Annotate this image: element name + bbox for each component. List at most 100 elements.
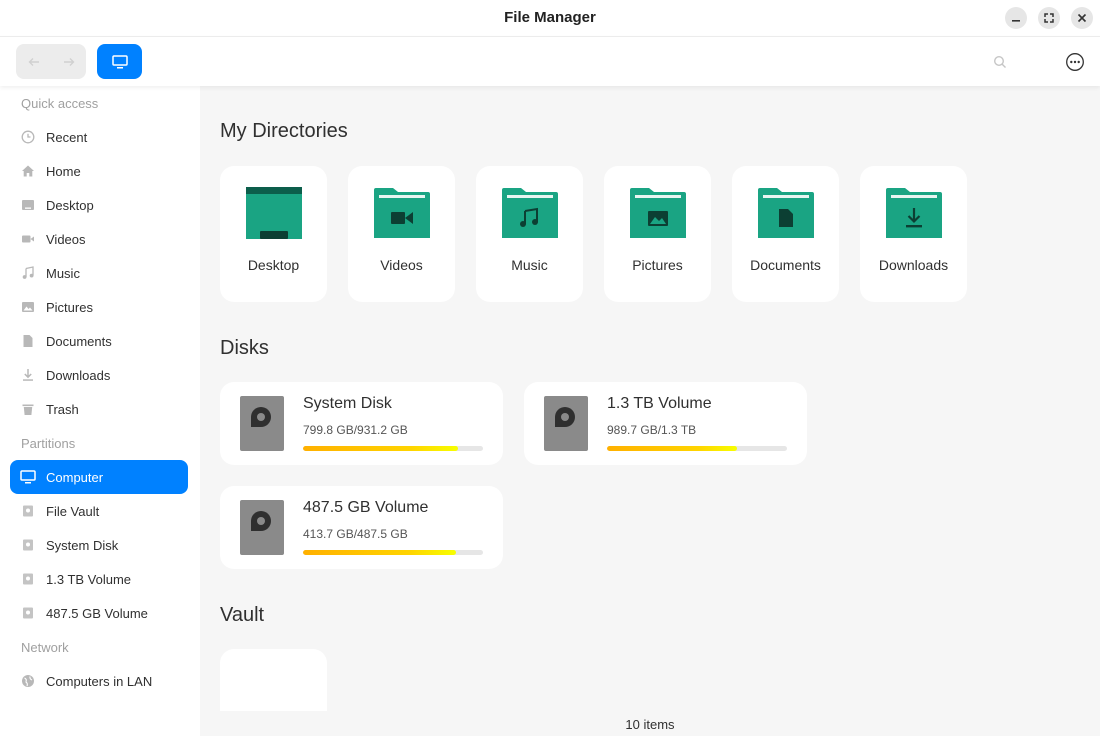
section-title-my-directories: My Directories xyxy=(220,120,348,142)
directory-card-music[interactable]: Music xyxy=(476,166,583,302)
sidebar-item-recent[interactable]: Recent xyxy=(10,120,188,154)
vault-card-file-vault[interactable] xyxy=(220,649,327,711)
toolbar xyxy=(0,36,1100,86)
directory-card-videos[interactable]: Videos xyxy=(348,166,455,302)
home-icon xyxy=(20,163,36,179)
close-button[interactable] xyxy=(1071,7,1093,29)
sidebar-item-music[interactable]: Music xyxy=(10,256,188,290)
disk-name: 487.5 GB Volume xyxy=(303,499,429,516)
sidebar-item-trash[interactable]: Trash xyxy=(10,392,188,426)
forward-button[interactable] xyxy=(51,44,86,79)
directory-card-pictures[interactable]: Pictures xyxy=(604,166,711,302)
music-folder-icon xyxy=(502,188,558,238)
disk-name: 1.3 TB Volume xyxy=(607,395,712,412)
disk-icon xyxy=(20,571,36,587)
section-title-vault: Vault xyxy=(220,604,265,626)
window-title: File Manager xyxy=(504,9,596,26)
minimize-icon xyxy=(1012,20,1020,22)
sidebar-item-label: Computer xyxy=(46,469,104,485)
document-icon xyxy=(20,333,36,349)
directory-label: Desktop xyxy=(247,257,300,273)
sidebar-item-label: Desktop xyxy=(46,197,94,213)
main-menu-button[interactable] xyxy=(1064,51,1086,73)
search-button[interactable] xyxy=(990,52,1010,72)
sidebar-item-label: System Disk xyxy=(46,537,119,553)
computer-view-button[interactable] xyxy=(97,44,142,79)
video-icon xyxy=(20,231,36,247)
directory-label: Music xyxy=(511,257,548,273)
sidebar-item-file-vault[interactable]: File Vault xyxy=(10,494,188,528)
disk-card-487-5-gb-volume[interactable]: 487.5 GB Volume 413.7 GB/487.5 GB xyxy=(220,486,503,569)
sidebar-item-documents[interactable]: Documents xyxy=(10,324,188,358)
sidebar-item-label: Pictures xyxy=(46,299,93,315)
hard-disk-icon xyxy=(240,396,284,451)
maximize-icon xyxy=(1044,13,1054,23)
video-folder-icon xyxy=(374,188,430,238)
sidebar-item-label: Recent xyxy=(46,129,88,145)
disk-icon xyxy=(20,503,36,519)
sidebar-heading-partitions: Partitions xyxy=(21,436,76,451)
sidebar-item-label: Music xyxy=(46,265,80,281)
sidebar-item-pictures[interactable]: Pictures xyxy=(10,290,188,324)
disk-icon xyxy=(20,537,36,553)
disk-icon xyxy=(20,605,36,621)
sidebar-item-system-disk[interactable]: System Disk xyxy=(10,528,188,562)
sidebar-item-downloads[interactable]: Downloads xyxy=(10,358,188,392)
disk-usage: 989.7 GB/1.3 TB xyxy=(607,423,697,437)
sidebar-item-label: Documents xyxy=(46,333,112,349)
sidebar-item-label: Computers in LAN xyxy=(46,673,153,689)
main-content: My Directories Desktop Videos Music Pict… xyxy=(200,86,1100,736)
desktop-icon xyxy=(20,197,36,213)
disk-usage-bar xyxy=(303,446,483,451)
disk-name: System Disk xyxy=(303,395,392,412)
sidebar-item-label: Trash xyxy=(46,401,79,417)
picture-folder-icon xyxy=(630,188,686,238)
hard-disk-icon xyxy=(544,396,588,451)
sidebar-item-computer[interactable]: Computer xyxy=(10,460,188,494)
disk-usage-fill xyxy=(303,550,456,555)
arrow-left-icon xyxy=(28,57,39,66)
sidebar-item-label: 1.3 TB Volume xyxy=(46,571,132,587)
close-icon xyxy=(1077,13,1087,23)
trash-icon xyxy=(20,401,36,417)
disk-card-system-disk[interactable]: System Disk 799.8 GB/931.2 GB xyxy=(220,382,503,465)
directory-card-downloads[interactable]: Downloads xyxy=(860,166,967,302)
sidebar-heading-network: Network xyxy=(21,640,69,655)
maximize-button[interactable] xyxy=(1038,7,1060,29)
section-title-disks: Disks xyxy=(220,337,269,359)
sidebar-item-label: Home xyxy=(46,163,81,179)
search-icon xyxy=(993,55,1006,68)
disk-usage: 413.7 GB/487.5 GB xyxy=(303,527,408,541)
sidebar-item-videos[interactable]: Videos xyxy=(10,222,188,256)
disk-usage-bar xyxy=(303,550,483,555)
sidebar-item-home[interactable]: Home xyxy=(10,154,188,188)
sidebar-item-1-3-tb-volume[interactable]: 1.3 TB Volume xyxy=(10,562,188,596)
back-button[interactable] xyxy=(16,44,51,79)
directory-label: Videos xyxy=(380,257,423,273)
disk-usage-fill xyxy=(607,446,737,451)
navigation-group xyxy=(16,44,86,79)
minimize-button[interactable] xyxy=(1005,7,1027,29)
download-icon xyxy=(20,367,36,383)
disk-usage-bar xyxy=(607,446,787,451)
sidebar-item-desktop[interactable]: Desktop xyxy=(10,188,188,222)
arrow-right-icon xyxy=(63,57,74,66)
clock-icon xyxy=(20,129,36,145)
sidebar-item-label: 487.5 GB Volume xyxy=(46,605,148,621)
directory-card-documents[interactable]: Documents xyxy=(732,166,839,302)
computer-icon xyxy=(111,54,128,68)
disk-usage-fill xyxy=(303,446,458,451)
disk-usage: 799.8 GB/931.2 GB xyxy=(303,423,408,437)
status-item-count: 10 items xyxy=(625,717,675,732)
music-icon xyxy=(20,265,36,281)
directory-card-desktop[interactable]: Desktop xyxy=(220,166,327,302)
sidebar-item-487-5-gb-volume[interactable]: 487.5 GB Volume xyxy=(10,596,188,630)
sidebar: Quick access Recent Home Desktop Videos … xyxy=(0,86,200,736)
sidebar-item-computers-in-lan[interactable]: Computers in LAN xyxy=(10,664,188,698)
sidebar-item-label: Videos xyxy=(46,231,86,247)
disk-card-1-3-tb-volume[interactable]: 1.3 TB Volume 989.7 GB/1.3 TB xyxy=(524,382,807,465)
sidebar-item-label: File Vault xyxy=(46,503,100,519)
desktop-folder-icon xyxy=(246,187,302,239)
hard-disk-icon xyxy=(240,500,284,555)
directory-label: Pictures xyxy=(632,257,683,273)
